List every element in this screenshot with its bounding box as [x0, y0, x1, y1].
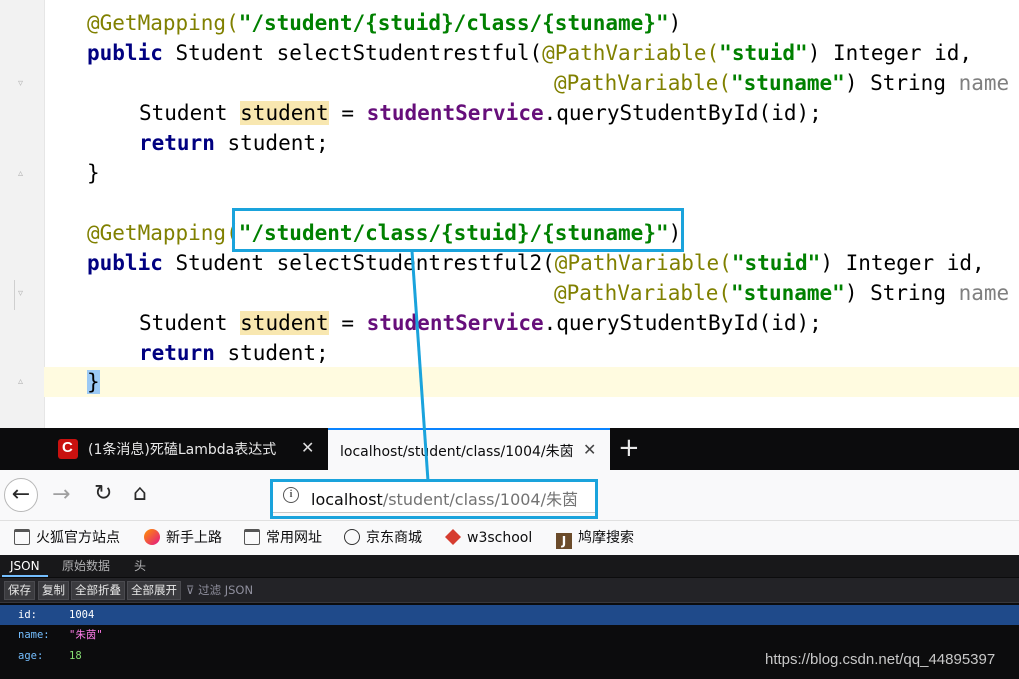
browser-tab-bar: (1条消息)死磕Lambda表达式 ✕ localhost/student/cl…: [0, 428, 1019, 470]
home-button[interactable]: ⌂: [133, 481, 147, 506]
code-line-11: Student student = studentService.querySt…: [139, 311, 822, 335]
url-highlight-box: [270, 479, 598, 519]
forward-button[interactable]: →: [52, 482, 70, 507]
fold-marker[interactable]: ▵: [18, 168, 28, 180]
csdn-icon: [58, 439, 78, 459]
watermark: https://blog.csdn.net/qq_44895397: [765, 651, 996, 668]
mapping-highlight-box: [232, 208, 684, 252]
bookmark-item[interactable]: 火狐官方站点: [14, 527, 120, 549]
bookmark-item[interactable]: 京东商城: [344, 527, 422, 549]
tab-headers[interactable]: 头: [126, 555, 154, 577]
caret-line: [44, 367, 1019, 397]
json-toolbar: 保存 复制 全部折叠 全部展开 ⊽ 过滤 JSON: [0, 578, 1019, 603]
expand-all-button[interactable]: 全部展开: [127, 581, 181, 600]
json-viewer-tabs: JSON 原始数据 头: [0, 555, 1019, 577]
tab-localhost[interactable]: localhost/student/class/1004/朱茵 ✕: [328, 428, 610, 470]
json-row-name[interactable]: name: "朱茵": [0, 625, 1019, 645]
tab-title: (1条消息)死磕Lambda表达式: [88, 442, 277, 458]
fold-marker[interactable]: ▵: [18, 376, 28, 388]
bookmark-item[interactable]: w3school: [445, 527, 532, 549]
save-button[interactable]: 保存: [4, 581, 35, 600]
collapse-all-button[interactable]: 全部折叠: [71, 581, 125, 600]
json-row-id[interactable]: id: 1004: [0, 605, 1019, 625]
change-marker: [14, 280, 15, 310]
folder-icon: [244, 529, 260, 545]
firefox-icon: [144, 529, 160, 545]
code-line-1: @GetMapping("/student/{stuid}/class/{stu…: [87, 11, 682, 35]
bookmark-item[interactable]: 新手上路: [144, 527, 222, 549]
jiumo-icon: J: [556, 533, 572, 549]
tab-csdn[interactable]: (1条消息)死磕Lambda表达式 ✕: [48, 428, 328, 470]
filter-json-input[interactable]: ⊽ 过滤 JSON: [186, 582, 253, 598]
tab-title: localhost/student/class/1004/朱茵: [340, 444, 574, 460]
bookmarks-toolbar: 火狐官方站点 新手上路 常用网址 京东商城 w3school J 鸠摩搜索: [0, 521, 1019, 555]
code-line-2: public Student selectStudentrestful(@Pat…: [87, 41, 973, 65]
bookmark-item[interactable]: J 鸠摩搜索: [556, 527, 634, 549]
new-tab-button[interactable]: +: [618, 433, 640, 463]
code-line-3: @PathVariable("stuname") String name: [554, 71, 1010, 95]
code-line-6: }: [87, 161, 100, 185]
fold-marker[interactable]: ▿: [18, 288, 28, 300]
code-line-13: }: [87, 370, 100, 394]
code-line-9: public Student selectStudentrestful2(@Pa…: [87, 251, 985, 275]
code-line-4: Student student = studentService.querySt…: [139, 101, 822, 125]
code-line-12: return student;: [139, 341, 329, 365]
filter-icon: ⊽: [186, 583, 199, 597]
bookmark-item[interactable]: 常用网址: [244, 527, 322, 549]
code-editor[interactable]: ▿ ▵ ▿ ▵ @GetMapping("/student/{stuid}/cl…: [0, 0, 1019, 428]
back-button[interactable]: ←: [4, 478, 38, 512]
navigation-bar: ← → ↻ ⌂ i localhost/student/class/1004/朱…: [0, 470, 1019, 521]
tab-json[interactable]: JSON: [2, 555, 48, 577]
close-icon[interactable]: ✕: [583, 440, 596, 459]
json-viewer: JSON 原始数据 头 保存 复制 全部折叠 全部展开 ⊽ 过滤 JSON id…: [0, 555, 1019, 679]
w3school-icon: [445, 529, 461, 545]
editor-gutter: ▿ ▵ ▿ ▵: [0, 0, 45, 428]
reload-button[interactable]: ↻: [94, 481, 112, 506]
copy-button[interactable]: 复制: [38, 581, 69, 600]
close-icon[interactable]: ✕: [301, 438, 314, 457]
folder-icon: [14, 529, 30, 545]
code-line-10: @PathVariable("stuname") String name: [554, 281, 1010, 305]
globe-icon: [344, 529, 360, 545]
tab-raw-data[interactable]: 原始数据: [54, 555, 118, 577]
code-line-5: return student;: [139, 131, 329, 155]
fold-marker[interactable]: ▿: [18, 78, 28, 90]
